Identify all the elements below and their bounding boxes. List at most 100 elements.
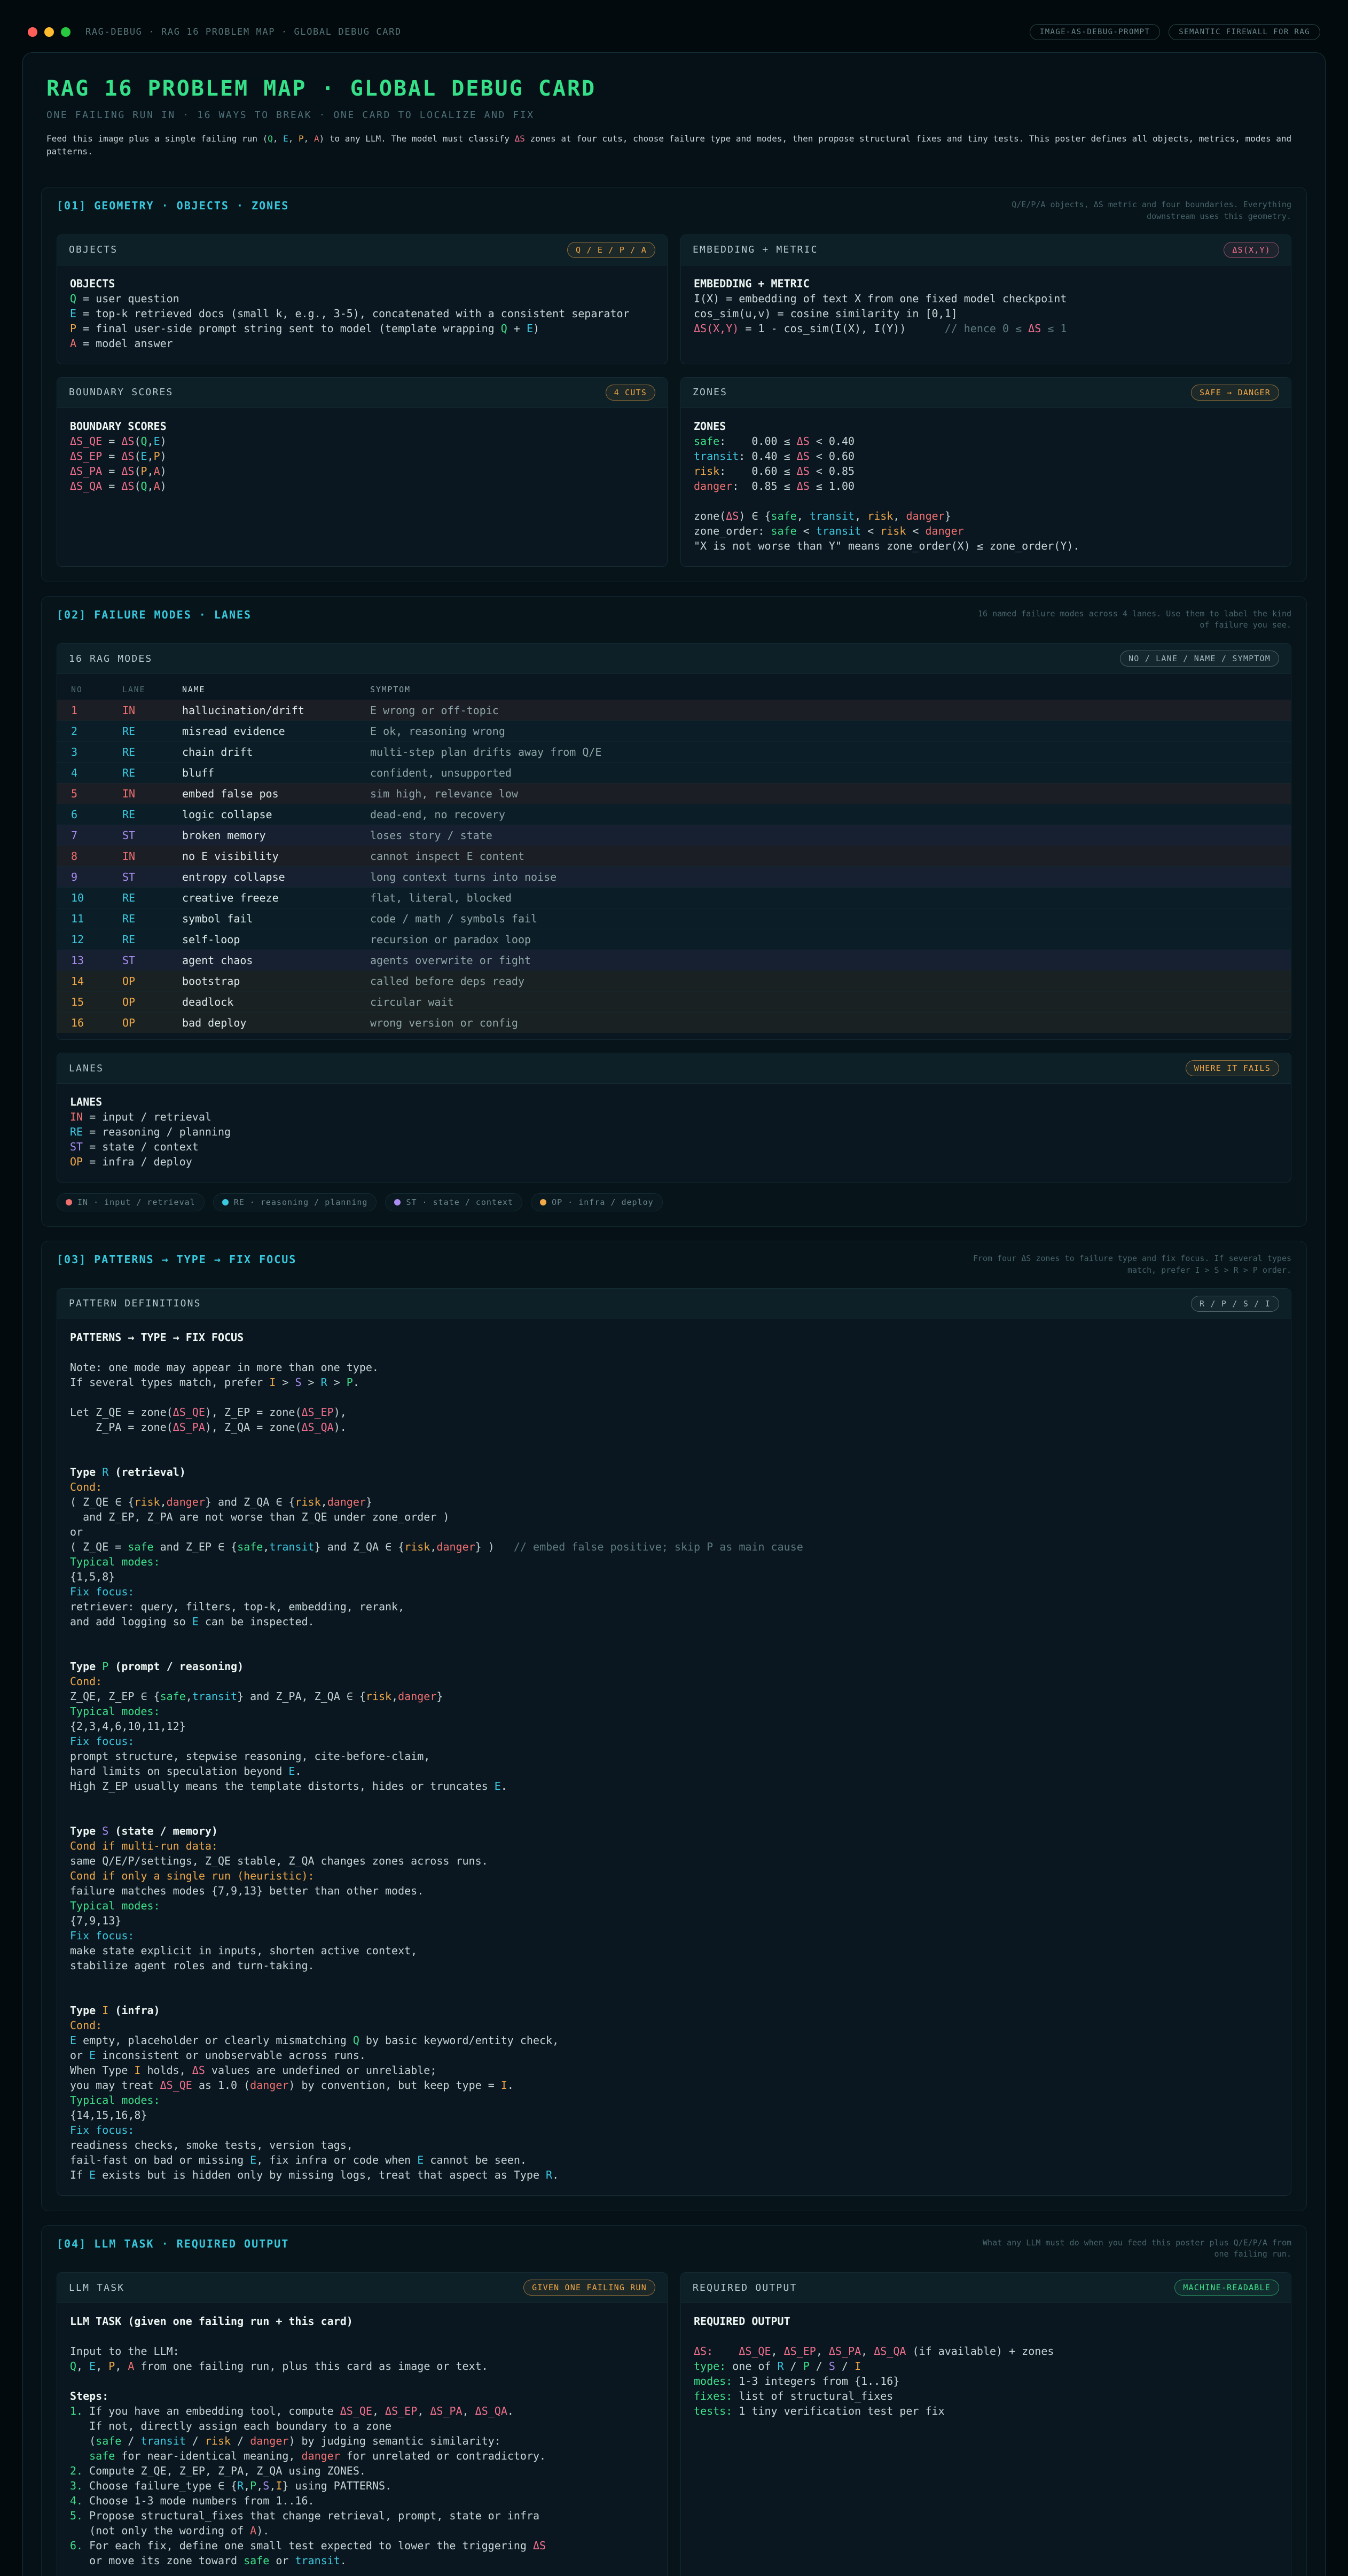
panel-badge: Q / E / P / A (567, 242, 655, 258)
code-line: OBJECTS (70, 276, 654, 291)
legend-label: RE · reasoning / planning (234, 1197, 368, 1207)
code-line (70, 1644, 1278, 1659)
code-line: OP = infra / deploy (70, 1154, 1278, 1169)
cell-lane: RE (122, 808, 182, 821)
cell-no: 13 (71, 954, 122, 967)
code-line: hard limits on speculation beyond E. (70, 1764, 1278, 1779)
section-geometry-header: [01] GEOMETRY · OBJECTS · ZONES Q/E/P/A … (42, 187, 1306, 231)
intro-paragraph: Feed this image plus a single failing ru… (46, 132, 1302, 158)
code-line: ΔS_QA = ΔS(Q,A) (70, 479, 654, 494)
patterns-code: PATTERNS → TYPE → FIX FOCUS Note: one mo… (57, 1319, 1291, 2195)
code-line (70, 1629, 1278, 1644)
cell-sym: code / math / symbols fail (370, 912, 1277, 925)
patterns-panel-header: PATTERN DEFINITIONS R / P / S / I (57, 1289, 1291, 1319)
mode-row: 5INembed false possim high, relevance lo… (57, 783, 1291, 804)
lanes-panel: LANES WHERE IT FAILS LANESIN = input / r… (57, 1053, 1291, 1183)
cell-no: 7 (71, 829, 122, 842)
lanes-legend: IN · input / retrieval RE · reasoning / p… (57, 1193, 1291, 1211)
panel-badge: 4 CUTS (606, 385, 655, 401)
cell-sym: dead-end, no recovery (370, 808, 1277, 821)
cell-lane: IN (122, 704, 182, 717)
page-subtitle: ONE FAILING RUN IN · 16 WAYS TO BREAK · … (46, 109, 1302, 121)
objects-panel: OBJECTS Q / E / P / A OBJECTSQ = user qu… (57, 234, 668, 364)
code-line: Type I (infra) (70, 2003, 1278, 2018)
section-label: [01] GEOMETRY · OBJECTS · ZONES (57, 199, 289, 212)
code-line (70, 1808, 1278, 1823)
code-line: and Z_EP, Z_PA are not worse than Z_QE u… (70, 1509, 1278, 1524)
code-line: danger: 0.85 ≤ ΔS ≤ 1.00 (694, 479, 1278, 494)
cell-sym: confident, unsupported (370, 766, 1277, 779)
column-header-sym: SYMPTOM (370, 685, 1277, 694)
code-line: fixes: list of structural_fixes (694, 2389, 1278, 2403)
cell-name: deadlock (182, 996, 370, 1008)
cell-name: embed false pos (182, 787, 370, 800)
panel-title: LLM TASK (69, 2282, 124, 2293)
panel-title: 16 RAG MODES (69, 653, 152, 664)
required-output-panel-header: REQUIRED OUTPUT MACHINE-READABLE (681, 2273, 1291, 2303)
code-line: ST = state / context (70, 1139, 1278, 1154)
cell-no: 14 (71, 975, 122, 988)
code-line: same Q/E/P/settings, Z_QE stable, Z_QA c… (70, 1853, 1278, 1868)
cell-name: bluff (182, 766, 370, 779)
lanes-panel-header: LANES WHERE IT FAILS (57, 1053, 1291, 1084)
code-line: or move its zone toward safe or transit. (70, 2553, 654, 2568)
code-line: type: one of R / P / S / I (694, 2359, 1278, 2374)
cell-lane: RE (122, 746, 182, 758)
panel-badge: ΔS(X,Y) (1224, 242, 1279, 258)
panel-title: REQUIRED OUTPUT (693, 2282, 797, 2293)
cell-name: hallucination/drift (182, 704, 370, 717)
cell-sym: recursion or paradox loop (370, 933, 1277, 946)
cell-name: self-loop (182, 933, 370, 946)
cell-no: 6 (71, 808, 122, 821)
modes-table-body: 1INhallucination/driftE wrong or off-top… (57, 700, 1291, 1033)
lanes-code: LANESIN = input / retrievalRE = reasonin… (57, 1084, 1291, 1182)
code-line: you may treat ΔS_QE as 1.0 (danger) by c… (70, 2078, 1278, 2093)
code-line: ( Z_QE ∈ {risk,danger} and Z_QA ∈ {risk,… (70, 1494, 1278, 1509)
mode-row: 8INno E visibilitycannot inspect E conte… (57, 845, 1291, 866)
panel-title: EMBEDDING + METRIC (693, 244, 818, 255)
code-line: EMBEDDING + METRIC (694, 276, 1278, 291)
cell-lane: RE (122, 933, 182, 946)
topbar-badge: SEMANTIC FIREWALL FOR RAG (1169, 24, 1320, 40)
cell-name: entropy collapse (182, 871, 370, 883)
cell-lane: ST (122, 954, 182, 967)
code-line: safe for near-identical meaning, danger … (70, 2448, 654, 2463)
maximize-window-button[interactable] (61, 27, 70, 37)
section-llm-task-header: [04] LLM TASK · REQUIRED OUTPUT What any… (42, 2226, 1306, 2269)
cell-lane: OP (122, 975, 182, 988)
legend-label: IN · input / retrieval (77, 1197, 195, 1207)
cell-lane: IN (122, 850, 182, 863)
code-line: or (70, 1524, 1278, 1539)
llm-task-panel: LLM TASK GIVEN ONE FAILING RUN LLM TASK … (57, 2272, 668, 2576)
cell-lane: OP (122, 996, 182, 1008)
cell-sym: E wrong or off-topic (370, 704, 1277, 717)
code-line: Cond if only a single run (heuristic): (70, 1868, 1278, 1883)
cell-lane: ST (122, 829, 182, 842)
page: RAG-DEBUG · RAG 16 PROBLEM MAP · GLOBAL … (0, 0, 1348, 2576)
code-line (70, 2374, 654, 2389)
cell-sym: flat, literal, blocked (370, 891, 1277, 904)
code-line: ΔS_PA = ΔS(P,A) (70, 464, 654, 479)
boundary-code: BOUNDARY SCORESΔS_QE = ΔS(Q,E)ΔS_EP = ΔS… (57, 408, 667, 506)
section-label: [04] LLM TASK · REQUIRED OUTPUT (57, 2237, 289, 2250)
section-label: [03] PATTERNS → TYPE → FIX FOCUS (57, 1253, 296, 1266)
code-line: A = model answer (70, 336, 654, 351)
panel-title: PATTERN DEFINITIONS (69, 1298, 201, 1309)
legend-label: ST · state / context (406, 1197, 513, 1207)
code-line: High Z_EP usually means the template dis… (70, 1779, 1278, 1794)
code-line: failure matches modes {7,9,13} better th… (70, 1883, 1278, 1898)
cell-no: 10 (71, 891, 122, 904)
modes-table: NOLANENAMESYMPTOM 1INhallucination/drift… (57, 674, 1291, 1039)
code-line: When Type I holds, ΔS values are undefin… (70, 2063, 1278, 2078)
required-output-code: REQUIRED OUTPUT ΔS: ΔS_QE, ΔS_EP, ΔS_PA,… (681, 2303, 1291, 2431)
cell-name: creative freeze (182, 891, 370, 904)
cell-sym: multi-step plan drifts away from Q/E (370, 746, 1277, 758)
close-window-button[interactable] (28, 27, 37, 37)
code-line: 5. Propose structural_fixes that change … (70, 2508, 654, 2523)
code-line: REQUIRED OUTPUT (694, 2314, 1278, 2329)
code-line: E empty, placeholder or clearly mismatch… (70, 2033, 1278, 2048)
code-line: Cond if multi-run data: (70, 1838, 1278, 1853)
section-geometry: [01] GEOMETRY · OBJECTS · ZONES Q/E/P/A … (41, 187, 1307, 582)
minimize-window-button[interactable] (44, 27, 54, 37)
cell-no: 9 (71, 871, 122, 883)
